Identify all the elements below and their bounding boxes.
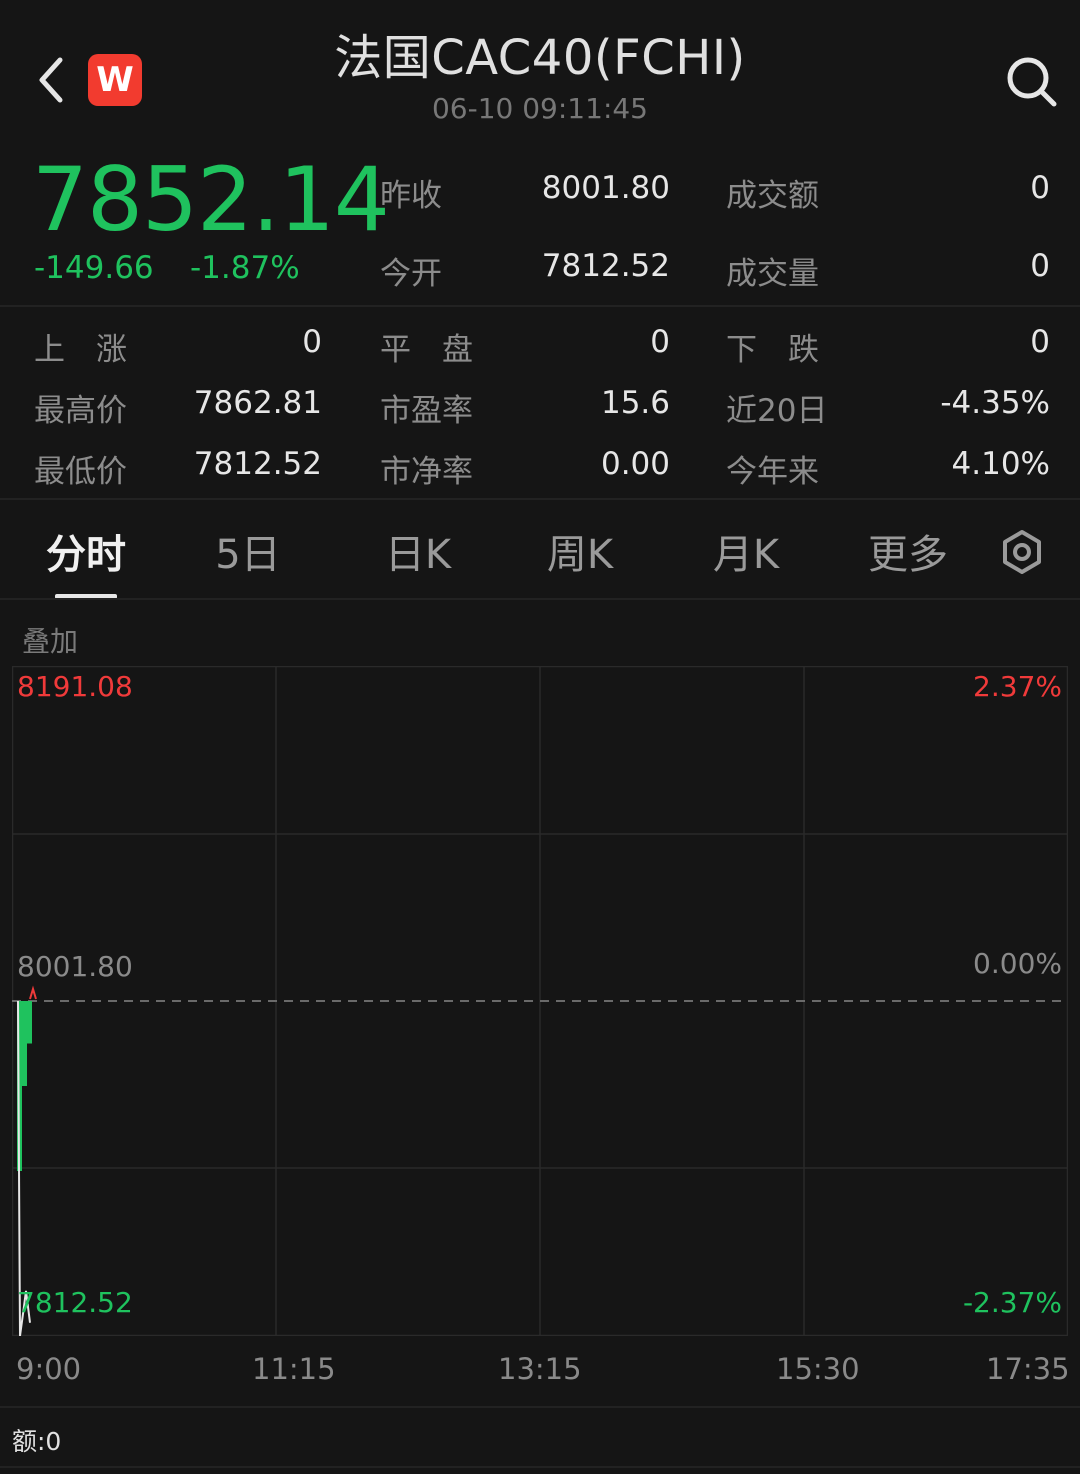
pct-min-label: -2.37%: [963, 1286, 1062, 1319]
time-label: 11:15: [252, 1352, 336, 1386]
tab-monthly-k[interactable]: 月K: [676, 522, 816, 580]
settings-icon[interactable]: [996, 526, 1048, 578]
flat-label: 平 盘: [380, 332, 473, 368]
rise-value: 0: [302, 324, 322, 360]
app-logo-icon[interactable]: W: [88, 54, 142, 106]
prev-close-value: 8001.80: [541, 170, 670, 206]
high-value: 7862.81: [193, 385, 322, 421]
price-change: -149.66: [34, 250, 154, 286]
open-tick: [29, 985, 37, 1000]
low-label: 最低价: [34, 454, 127, 490]
pe-value: 15.6: [600, 385, 670, 421]
fall-label: 下 跌: [726, 332, 819, 368]
high-label: 最高价: [34, 393, 127, 429]
time-label: 13:15: [498, 1352, 582, 1386]
flat-value: 0: [650, 324, 670, 360]
y-max-label: 8191.08: [17, 670, 133, 703]
tab-5day[interactable]: 5日: [178, 522, 318, 580]
back-icon[interactable]: [30, 52, 74, 108]
d20-value: -4.35%: [940, 385, 1050, 421]
time-label: 9:00: [16, 1352, 82, 1386]
overlay-button[interactable]: 叠加: [22, 620, 78, 660]
ytd-value: 4.10%: [951, 446, 1050, 482]
rise-label: 上 涨: [34, 332, 127, 368]
volume-label: 成交量: [726, 256, 819, 292]
y-mid-label: 8001.80: [17, 950, 133, 983]
pe-label: 市盈率: [380, 393, 473, 429]
price-change-percent: -1.87%: [190, 250, 300, 286]
open-value: 7812.52: [541, 248, 670, 284]
volume-amount-label: 额:0: [12, 1427, 62, 1456]
tab-daily-k[interactable]: 日K: [348, 522, 488, 580]
volume-bar: [27, 1001, 32, 1044]
ytd-label: 今年来: [726, 454, 819, 490]
time-label: 17:35: [986, 1352, 1070, 1386]
tab-intraday[interactable]: 分时: [16, 522, 156, 580]
time-label: 15:30: [776, 1352, 860, 1386]
tab-weekly-k[interactable]: 周K: [510, 522, 650, 580]
intraday-chart-svg: 8191.08 2.37% 8001.80 0.00% 7812.52 -2.3…: [11, 665, 1069, 1337]
prev-close-label: 昨收: [380, 178, 442, 214]
low-value: 7812.52: [193, 446, 322, 482]
pct-mid-label: 0.00%: [973, 947, 1062, 980]
tab-more[interactable]: 更多: [838, 522, 978, 580]
volume-bar: [22, 1001, 27, 1086]
divider: [0, 498, 1080, 500]
turnover-value: 0: [1030, 170, 1050, 206]
turnover-label: 成交额: [726, 178, 819, 214]
divider: [0, 1466, 1080, 1468]
pb-value: 0.00: [600, 446, 670, 482]
divider: [0, 598, 1080, 600]
search-icon[interactable]: [1002, 52, 1060, 110]
intraday-chart: 8191.08 2.37% 8001.80 0.00% 7812.52 -2.3…: [11, 665, 1069, 1337]
pb-label: 市净率: [380, 454, 473, 490]
current-price: 7852.14: [32, 148, 390, 251]
y-min-label: 7812.52: [17, 1286, 133, 1319]
d20-label: 近20日: [726, 393, 828, 429]
pct-max-label: 2.37%: [973, 670, 1062, 703]
fall-value: 0: [1030, 324, 1050, 360]
update-timestamp: 06-10 09:11:45: [431, 92, 648, 125]
open-label: 今开: [380, 256, 442, 292]
divider: [0, 1406, 1080, 1408]
page-title: 法国CAC40(FCHI): [334, 30, 746, 86]
volume-value: 0: [1030, 248, 1050, 284]
divider: [0, 305, 1080, 307]
